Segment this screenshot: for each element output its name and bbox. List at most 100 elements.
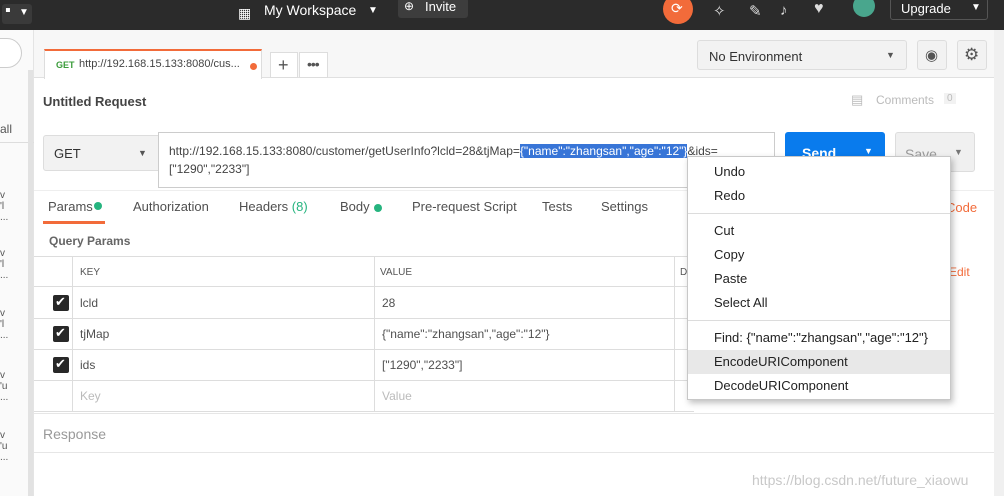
top-bar: ▪ ▼ ▦ My Workspace ▼ ⊕ Invite ⟳ ✧ ✎ ♪ ♥ … — [0, 0, 1004, 30]
menu-item-decode[interactable]: DecodeURIComponent — [688, 374, 950, 398]
sidebar-tab-all[interactable]: all — [0, 122, 12, 136]
url-selection: {"name":"zhangsan","age":"12"} — [519, 144, 688, 158]
param-value[interactable]: {"name":"zhangsan","age":"12"} — [382, 327, 550, 341]
menu-separator — [688, 320, 950, 321]
menu-item-find[interactable]: Find: {"name":"zhangsan","age":"12"} — [688, 326, 950, 350]
sidebar-history-item[interactable]: v'l... — [0, 248, 8, 281]
param-key[interactable]: ids — [80, 358, 95, 372]
divider — [34, 318, 694, 319]
tab-label: Headers — [239, 199, 289, 214]
chevron-down-icon: ▼ — [971, 2, 981, 13]
comments-count-badge: 0 — [944, 93, 956, 104]
check-icon: ✔ — [55, 325, 66, 340]
tab-options-button[interactable]: ••• — [299, 52, 328, 78]
new-button[interactable]: ▪ ▼ — [2, 2, 32, 24]
divider — [72, 256, 73, 412]
menu-item-cut[interactable]: Cut — [688, 219, 950, 243]
more-icon: ••• — [307, 56, 320, 72]
plus-icon: + — [278, 55, 289, 75]
tab-tests[interactable]: Tests — [542, 199, 572, 214]
new-value-input[interactable]: Value — [382, 389, 412, 403]
sidebar-scrollbar[interactable] — [28, 70, 33, 496]
invite-button[interactable]: ⊕ Invite — [398, 0, 468, 18]
check-icon: ✔ — [55, 356, 66, 371]
workspace-label: My Workspace — [264, 2, 357, 18]
tab-body[interactable]: Body — [340, 199, 390, 217]
menu-label: Redo — [714, 188, 746, 203]
param-value[interactable]: 28 — [382, 296, 395, 310]
chevron-down-icon: ▼ — [19, 7, 29, 18]
caret-down-icon: ▼ — [138, 148, 147, 158]
divider — [374, 256, 375, 412]
tab-headers[interactable]: Headers (8) — [239, 199, 319, 217]
scrollbar[interactable] — [994, 30, 1004, 496]
tab-label: Params — [48, 199, 93, 214]
sidebar-history-item[interactable]: v'u... — [0, 370, 8, 403]
response-title[interactable]: Response — [43, 426, 106, 442]
tab-pre-request-script[interactable]: Pre-request Script — [412, 199, 517, 214]
menu-label: Cut — [714, 223, 735, 238]
param-value[interactable]: ["1290","2233"] — [382, 358, 462, 372]
eye-icon: ◉ — [925, 47, 939, 64]
satellite-icon[interactable]: ✧ — [713, 2, 726, 20]
tab-params[interactable]: Params — [43, 196, 105, 224]
environment-quick-look-button[interactable]: ◉ — [917, 40, 947, 70]
menu-item-paste[interactable]: Paste — [688, 267, 950, 291]
watermark: https://blog.csdn.net/future_xiaowu — [752, 472, 969, 488]
sidebar-history-item[interactable]: v'l... — [0, 190, 8, 223]
context-menu: Undo Redo Cut Copy Paste Select All Find… — [687, 156, 951, 400]
menu-label: Select All — [714, 295, 768, 310]
row-checkbox[interactable]: ✔ — [53, 325, 69, 342]
divider — [34, 380, 694, 381]
menu-item-undo[interactable]: Undo — [688, 160, 950, 184]
tab-count: (8) — [291, 199, 308, 214]
sidebar-search[interactable] — [0, 38, 22, 68]
environment-label: No Environment — [709, 49, 803, 64]
tab-authorization[interactable]: Authorization — [133, 199, 209, 214]
caret-down-icon: ▼ — [954, 147, 963, 157]
grid-icon: ▪ — [5, 2, 11, 19]
divider — [674, 256, 675, 412]
column-header-value: VALUE — [380, 267, 413, 278]
method-select[interactable]: GET ▼ — [43, 135, 159, 171]
url-text-part: http://192.168.15.133:8080/customer/getU… — [169, 144, 520, 158]
menu-item-encode[interactable]: EncodeURIComponent — [688, 350, 950, 374]
environment-select[interactable]: No Environment ▼ — [697, 40, 907, 70]
workspace-switcher[interactable]: ▦ My Workspace ▼ — [238, 2, 388, 26]
menu-item-select-all[interactable]: Select All — [688, 291, 950, 315]
upgrade-label: Upgrade — [901, 1, 951, 16]
new-tab-button[interactable]: + — [270, 52, 298, 78]
menu-label: Undo — [714, 164, 746, 179]
manage-environments-button[interactable]: ⚙ — [957, 40, 987, 70]
comments-button[interactable]: ▤ Comments 0 — [851, 92, 961, 110]
request-title[interactable]: Untitled Request — [43, 94, 146, 109]
param-key[interactable]: lcld — [80, 296, 98, 310]
menu-label: DecodeURIComponent — [714, 378, 849, 393]
divider — [34, 413, 1004, 414]
check-icon: ✔ — [55, 294, 66, 309]
sidebar-history-item[interactable]: v'u... — [0, 430, 8, 463]
request-tab-url: http://192.168.15.133:8080/cus... — [79, 58, 240, 70]
heart-icon[interactable]: ♥ — [814, 0, 824, 18]
param-key[interactable]: tjMap — [80, 327, 109, 341]
sidebar-history-item[interactable]: v'l... — [0, 308, 8, 341]
row-checkbox[interactable]: ✔ — [53, 294, 69, 311]
avatar[interactable] — [853, 0, 875, 17]
row-checkbox[interactable]: ✔ — [53, 356, 69, 373]
comment-icon: ▤ — [851, 92, 864, 107]
params-table — [34, 256, 694, 412]
new-key-input[interactable]: Key — [80, 389, 101, 403]
menu-item-redo[interactable]: Redo — [688, 184, 950, 208]
bell-icon[interactable]: ♪ — [780, 2, 788, 19]
tab-label: Body — [340, 199, 370, 214]
upgrade-button[interactable]: Upgrade ▼ — [890, 0, 988, 20]
menu-item-copy[interactable]: Copy — [688, 243, 950, 267]
request-tab[interactable]: GET http://192.168.15.133:8080/cus... — [44, 49, 262, 79]
wrench-icon[interactable]: ✎ — [749, 2, 762, 20]
tab-settings[interactable]: Settings — [601, 199, 648, 214]
bulk-edit-link[interactable]: Edit — [949, 265, 970, 279]
menu-separator — [688, 213, 950, 214]
url-input[interactable]: http://192.168.15.133:8080/customer/getU… — [158, 132, 775, 188]
url-text-line2: ["1290","2233"] — [169, 162, 250, 176]
sync-icon[interactable]: ⟳ — [663, 0, 693, 24]
